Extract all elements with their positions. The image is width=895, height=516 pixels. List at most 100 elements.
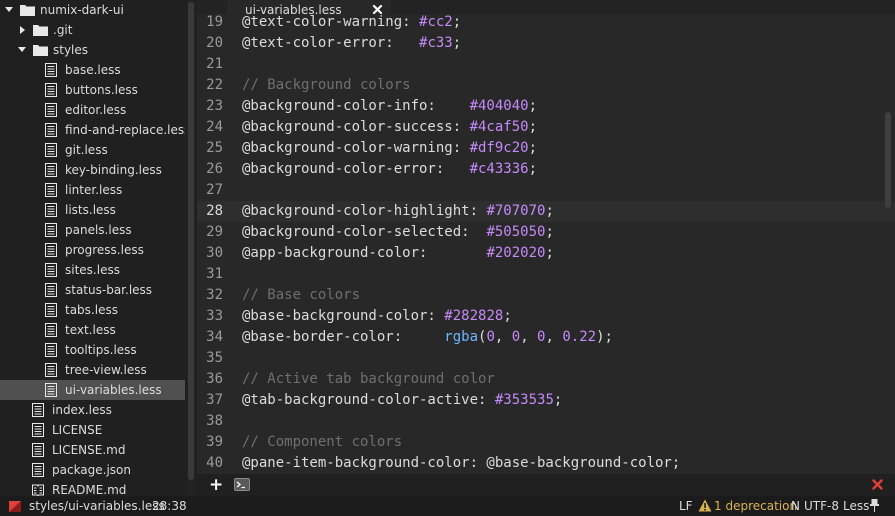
- tree-item-label: base.less: [65, 63, 121, 77]
- code-line[interactable]: 40 @pane-item-background-color: @base-bac…: [197, 453, 895, 474]
- code-line[interactable]: 26 @background-color-error: #c43336;: [197, 159, 895, 180]
- code-text: @background-color-warning: #df9c20;: [242, 138, 537, 159]
- tree-file[interactable]: tooltips.less: [0, 340, 185, 360]
- file-text-icon: [32, 443, 44, 457]
- code-line[interactable]: 33 @base-background-color: #282828;: [197, 306, 895, 327]
- line-number: 32: [206, 287, 223, 303]
- code-line[interactable]: 31: [197, 264, 895, 285]
- code-text: @app-background-color: #202020;: [242, 243, 554, 264]
- status-line-ending[interactable]: LF: [679, 496, 693, 516]
- tree-item-label: tooltips.less: [65, 343, 137, 357]
- code-text: @background-color-success: #4caf50;: [242, 117, 537, 138]
- tree-file[interactable]: tree-view.less: [0, 360, 185, 380]
- code-token: // Background colors: [242, 77, 411, 93]
- code-line[interactable]: 27: [197, 180, 895, 201]
- code-line[interactable]: 28 @background-color-highlight: #707070;: [197, 201, 895, 222]
- add-button[interactable]: +: [209, 477, 223, 494]
- code-token: #c43336: [469, 161, 529, 177]
- tree-item-label: tree-view.less: [65, 363, 147, 377]
- code-token: ;: [452, 14, 462, 30]
- tree-folder[interactable]: .git: [0, 20, 185, 40]
- status-cursor-position[interactable]: 28:38: [152, 496, 187, 516]
- tree-file[interactable]: linter.less: [0, 180, 185, 200]
- tree-file[interactable]: lists.less: [0, 200, 185, 220]
- status-file-path[interactable]: styles/ui-variables.less: [29, 496, 165, 516]
- code-line[interactable]: 37 @tab-background-color-active: #353535;: [197, 390, 895, 411]
- code-line[interactable]: 32 // Base colors: [197, 285, 895, 306]
- chevron-down-icon[interactable]: [17, 40, 27, 60]
- code-line[interactable]: 22 // Background colors: [197, 75, 895, 96]
- warning-icon[interactable]: [698, 499, 712, 512]
- tree-folder[interactable]: styles: [0, 40, 185, 60]
- panel-bar: +: [197, 474, 895, 496]
- code-line[interactable]: 36 // Active tab background color: [197, 369, 895, 390]
- line-number: 22: [206, 77, 223, 93]
- tree-file[interactable]: index.less: [0, 400, 185, 420]
- tree-file[interactable]: git.less: [0, 140, 185, 160]
- code-token: #df9c20: [469, 140, 529, 156]
- code-line[interactable]: 24 @background-color-success: #4caf50;: [197, 117, 895, 138]
- line-number: 30: [206, 245, 223, 261]
- close-icon[interactable]: [872, 479, 883, 490]
- tree-file[interactable]: text.less: [0, 320, 185, 340]
- tree-view-scrollbar-thumb[interactable]: [188, 2, 194, 480]
- tree-file[interactable]: sites.less: [0, 260, 185, 280]
- tree-file[interactable]: LICENSE: [0, 420, 185, 440]
- code-line[interactable]: 23 @background-color-info: #404040;: [197, 96, 895, 117]
- code-line[interactable]: 34 @base-border-color: rgba(0, 0, 0, 0.22…: [197, 327, 895, 348]
- tree-file[interactable]: package.json: [0, 460, 185, 480]
- code-line[interactable]: 19 @text-color-warning: #cc2;: [197, 14, 895, 33]
- tree-file[interactable]: ui-variables.less: [0, 380, 185, 400]
- code-token: #505050: [486, 224, 546, 240]
- tree-view-scrollbar[interactable]: [187, 0, 195, 496]
- file-text-icon: [45, 223, 57, 237]
- code-line[interactable]: 25 @background-color-warning: #df9c20;: [197, 138, 895, 159]
- file-text-icon: [45, 243, 57, 257]
- code-text: @text-color-error: #c33;: [242, 33, 461, 54]
- tree-file[interactable]: README.md: [0, 480, 185, 496]
- chevron-right-icon[interactable]: [17, 20, 27, 40]
- code-line[interactable]: 20 @text-color-error: #c33;: [197, 33, 895, 54]
- code-line[interactable]: 35: [197, 348, 895, 369]
- tree-folder[interactable]: numix-dark-ui: [0, 0, 185, 20]
- editor-scrollbar-thumb[interactable]: [885, 112, 891, 208]
- code-line[interactable]: 38: [197, 411, 895, 432]
- code-token: 0.22: [562, 329, 597, 345]
- tree-file[interactable]: editor.less: [0, 100, 185, 120]
- code-text: @background-color-error: #c43336;: [242, 159, 537, 180]
- text-editor[interactable]: 19 @text-color-warning: #cc2; 20 @text-colo…: [197, 14, 895, 474]
- tree-file[interactable]: tabs.less: [0, 300, 185, 320]
- code-token: @tab-background-color-active:: [242, 392, 495, 408]
- file-text-icon: [45, 183, 57, 197]
- tree-file[interactable]: buttons.less: [0, 80, 185, 100]
- tree-item-label: tabs.less: [65, 303, 118, 317]
- file-text-icon: [45, 123, 57, 137]
- code-line[interactable]: 39 // Component colors: [197, 432, 895, 453]
- tree-file[interactable]: status-bar.less: [0, 280, 185, 300]
- tree-file[interactable]: key-binding.less: [0, 160, 185, 180]
- tree-file[interactable]: LICENSE.md: [0, 440, 185, 460]
- code-token: @background-color-warning:: [242, 140, 470, 156]
- tree-item-label: editor.less: [65, 103, 127, 117]
- code-token: ;: [528, 119, 538, 135]
- pin-icon[interactable]: [870, 499, 879, 512]
- code-line[interactable]: 29 @background-color-selected: #505050;: [197, 222, 895, 243]
- status-encoding[interactable]: UTF-8: [804, 496, 839, 516]
- file-text-icon: [32, 463, 44, 477]
- tree-file[interactable]: progress.less: [0, 240, 185, 260]
- status-deprecation-count[interactable]: 1 deprecation: [714, 496, 797, 516]
- code-line[interactable]: 30 @app-background-color: #202020;: [197, 243, 895, 264]
- code-token: @background-color-error:: [242, 161, 470, 177]
- tree-file[interactable]: find-and-replace.less: [0, 120, 185, 140]
- tree-item-label: buttons.less: [65, 83, 138, 97]
- code-token: 0: [511, 329, 521, 345]
- tree-file[interactable]: base.less: [0, 60, 185, 80]
- tree-file[interactable]: panels.less: [0, 220, 185, 240]
- terminal-icon[interactable]: [234, 478, 250, 491]
- chevron-down-icon[interactable]: [4, 0, 14, 20]
- status-grammar[interactable]: Less: [843, 496, 869, 516]
- code-token: ;: [528, 98, 538, 114]
- code-line[interactable]: 21: [197, 54, 895, 75]
- code-token: @app-background-color:: [242, 245, 487, 261]
- status-n-indicator[interactable]: N: [791, 496, 800, 516]
